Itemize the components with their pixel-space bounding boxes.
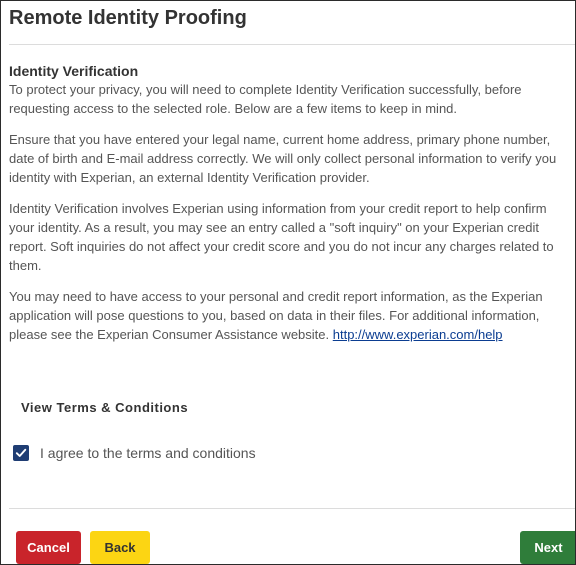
next-button[interactable]: Next (520, 531, 575, 564)
soft-inquiry-line: your identity. As a result, you may see … (9, 220, 539, 235)
agree-terms-row[interactable]: I agree to the terms and conditions (13, 445, 256, 461)
assistance-line: You may need to have access to your pers… (9, 289, 543, 304)
soft-inquiry-line: Identity Verification involves Experian … (9, 201, 547, 216)
cancel-button[interactable]: Cancel (16, 531, 81, 564)
verification-content: Identity Verification To protect your pr… (9, 63, 575, 356)
agree-checkbox[interactable] (13, 445, 29, 461)
title-divider (9, 44, 575, 45)
assistance-line-prefix: please see the Experian Consumer Assista… (9, 327, 333, 342)
page-title: Remote Identity Proofing (9, 7, 247, 29)
intro-paragraph: To protect your privacy, you will need t… (9, 80, 575, 118)
intro-line: requesting access to the selected role. … (9, 101, 458, 116)
identity-proofing-panel: Remote Identity Proofing Identity Verifi… (0, 0, 576, 565)
assistance-paragraph: You may need to have access to your pers… (9, 287, 575, 344)
view-terms-link[interactable]: View Terms & Conditions (21, 400, 188, 415)
section-heading: Identity Verification (9, 63, 139, 79)
legal-info-line: date of birth and E-mail address correct… (9, 151, 557, 166)
assistance-line: application will pose questions to you, … (9, 308, 540, 323)
legal-info-paragraph: Ensure that you have entered your legal … (9, 130, 575, 187)
assistance-line: please see the Experian Consumer Assista… (9, 325, 575, 344)
experian-help-link[interactable]: http://www.experian.com/help (333, 327, 503, 342)
soft-inquiry-line: report. Soft inquiries do not affect you… (9, 239, 554, 254)
soft-inquiry-line: them. (9, 258, 42, 273)
footer-divider (9, 508, 575, 509)
legal-info-line: identity with Experian, an external Iden… (9, 170, 370, 185)
legal-info-line: Ensure that you have entered your legal … (9, 132, 551, 147)
back-button[interactable]: Back (90, 531, 150, 564)
checkmark-icon (15, 448, 27, 457)
intro-line: To protect your privacy, you will need t… (9, 82, 522, 97)
soft-inquiry-paragraph: Identity Verification involves Experian … (9, 199, 575, 275)
agree-label: I agree to the terms and conditions (40, 445, 256, 461)
